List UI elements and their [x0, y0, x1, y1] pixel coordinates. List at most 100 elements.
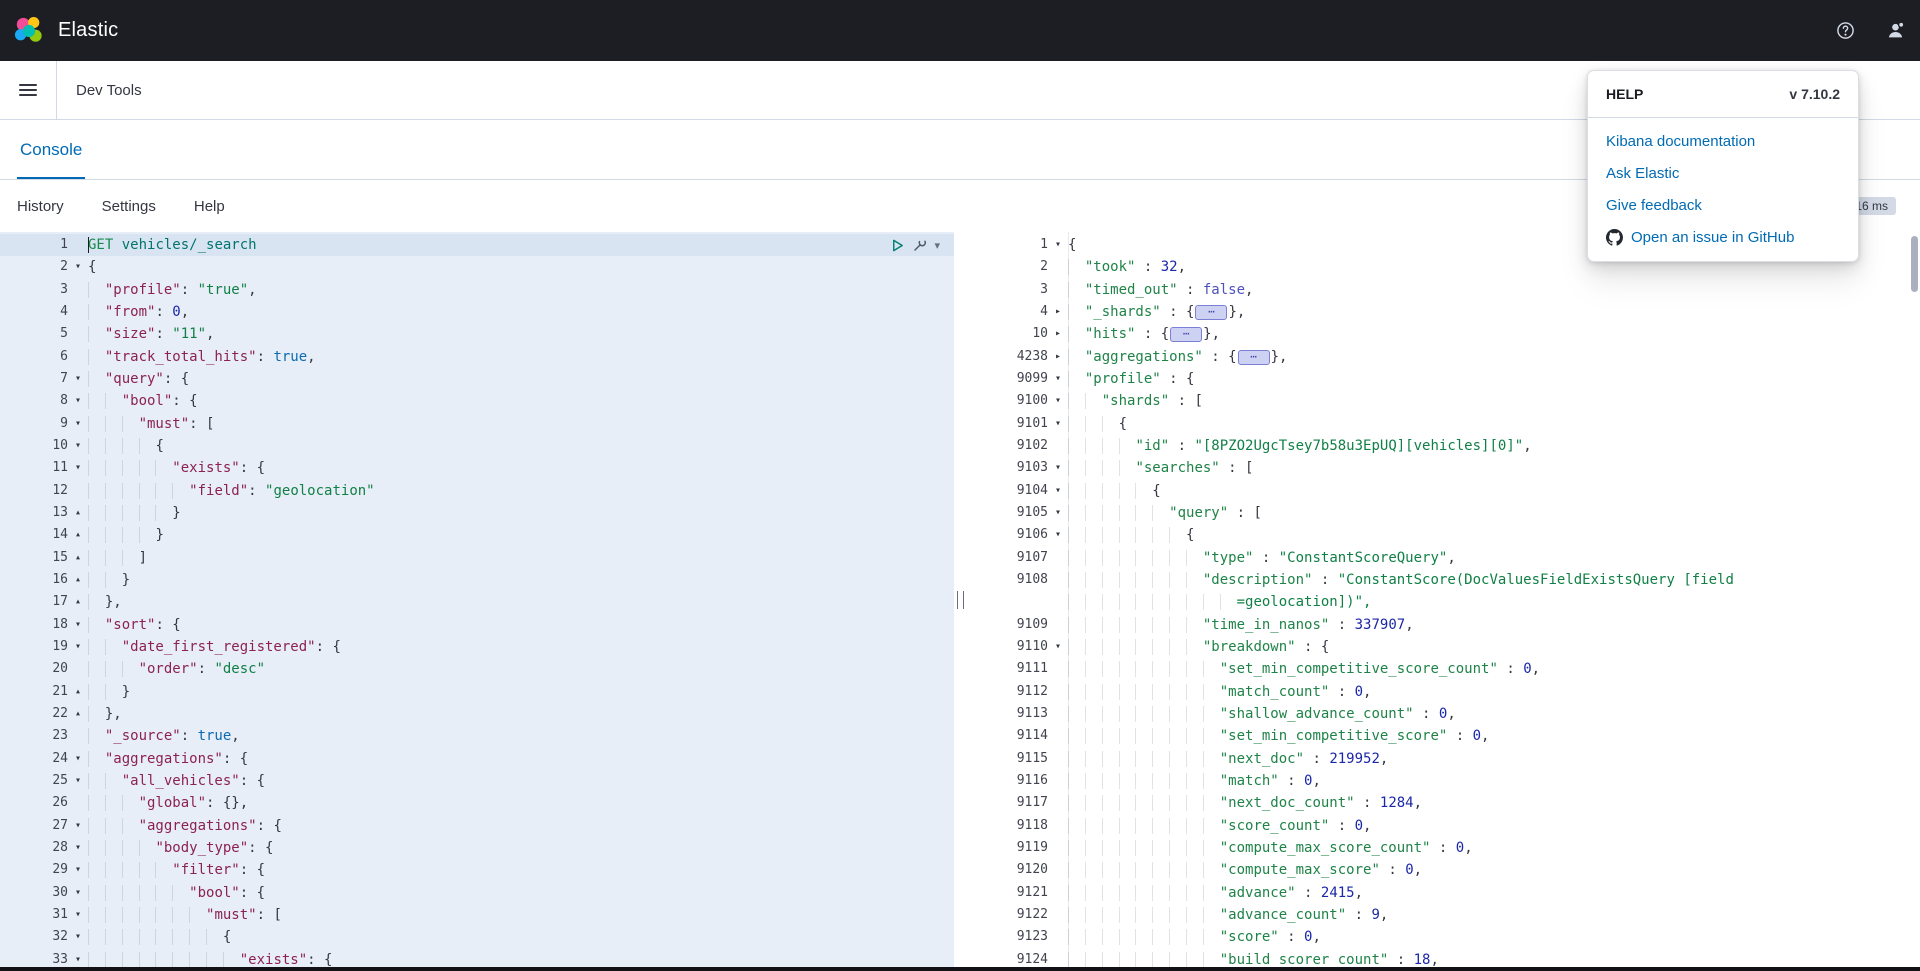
code-line[interactable]: 9106 ▾ { — [966, 524, 1920, 546]
code-line[interactable]: 12 "field": "geolocation" — [0, 480, 954, 502]
code-line[interactable]: 9122 "advance_count" : 9, — [966, 904, 1920, 926]
fold-widget[interactable]: ▾ — [68, 926, 88, 948]
send-request-button[interactable] — [890, 238, 905, 253]
breadcrumb[interactable]: Dev Tools — [76, 82, 142, 99]
code-line[interactable]: 29 ▾ "filter": { — [0, 859, 954, 881]
code-line[interactable]: 10 ▸ "hits" : {⋯}, — [966, 323, 1920, 345]
fold-widget[interactable]: ▾ — [1048, 413, 1068, 435]
fold-widget[interactable]: ▾ — [1048, 636, 1068, 658]
code-line[interactable]: 9124 "build_scorer_count" : 18, — [966, 949, 1920, 967]
code-line[interactable]: 9119 "compute_max_score_count" : 0, — [966, 837, 1920, 859]
code-line[interactable]: 4 ▸ "_shards" : {⋯}, — [966, 301, 1920, 323]
fold-widget[interactable]: ▾ — [1048, 480, 1068, 502]
code-line[interactable]: 9109 "time_in_nanos" : 337907, — [966, 614, 1920, 636]
code-line[interactable]: 9103 ▾ "searches" : [ — [966, 457, 1920, 479]
code-line[interactable]: 9107 "type" : "ConstantScoreQuery", — [966, 547, 1920, 569]
fold-widget[interactable]: ▾ — [68, 614, 88, 636]
fold-widget[interactable]: ▾ — [68, 904, 88, 926]
fold-widget[interactable]: ▾ — [68, 435, 88, 457]
code-line[interactable]: 23 "_source": true, — [0, 725, 954, 747]
elastic-logo-button[interactable] — [0, 0, 58, 61]
code-line[interactable]: 11 ▾ "exists": { — [0, 457, 954, 479]
code-line[interactable]: 9099 ▾ "profile" : { — [966, 368, 1920, 390]
code-line[interactable]: 25 ▾ "all_vehicles": { — [0, 770, 954, 792]
code-line[interactable]: 4238 ▸ "aggregations" : {⋯}, — [966, 346, 1920, 368]
code-line[interactable]: 9105 ▾ "query" : [ — [966, 502, 1920, 524]
code-line[interactable]: 20 "order": "desc" — [0, 658, 954, 680]
fold-widget[interactable]: ▴ — [68, 547, 88, 569]
code-line[interactable]: 7 ▾ "query": { — [0, 368, 954, 390]
menu-item-help[interactable]: Help — [194, 198, 225, 215]
code-line[interactable]: 9115 "next_doc" : 219952, — [966, 748, 1920, 770]
code-line[interactable]: 9111 "set_min_competitive_score_count" :… — [966, 658, 1920, 680]
code-line[interactable]: 9101 ▾ { — [966, 413, 1920, 435]
fold-widget[interactable]: ▾ — [1048, 390, 1068, 412]
fold-widget[interactable]: ▴ — [68, 681, 88, 703]
request-editor[interactable]: ▾ 1 GET vehicles/_search 2 ▾{3 "profile": "… — [0, 232, 954, 967]
code-line[interactable]: 9 ▾ "must": [ — [0, 413, 954, 435]
help-link-ask-elastic[interactable]: Ask Elastic — [1606, 165, 1840, 182]
fold-widget[interactable]: ▾ — [68, 770, 88, 792]
code-line[interactable]: 9117 "next_doc_count" : 1284, — [966, 792, 1920, 814]
fold-widget[interactable]: ▾ — [68, 748, 88, 770]
fold-widget[interactable]: ▴ — [68, 569, 88, 591]
code-line[interactable]: 4 "from": 0, — [0, 301, 954, 323]
code-line[interactable]: 9114 "set_min_competitive_score" : 0, — [966, 725, 1920, 747]
fold-widget[interactable]: ▾ — [68, 859, 88, 881]
code-line[interactable]: 5 "size": "11", — [0, 323, 954, 345]
code-line[interactable]: 9102 "id" : "[8PZO2UgcTsey7b58u3EpUQ][ve… — [966, 435, 1920, 457]
collapsed-block-badge[interactable]: ⋯ — [1195, 304, 1228, 320]
code-line[interactable]: =geolocation])", — [966, 591, 1920, 613]
fold-widget[interactable]: ▸ — [1048, 346, 1068, 368]
code-line[interactable]: 31 ▾ "must": [ — [0, 904, 954, 926]
code-line[interactable]: 6 "track_total_hits": true, — [0, 346, 954, 368]
tab-console[interactable]: Console — [17, 120, 86, 179]
code-line[interactable]: 27 ▾ "aggregations": { — [0, 815, 954, 837]
code-line[interactable]: 9100 ▾ "shards" : [ — [966, 390, 1920, 412]
code-line[interactable]: 21 ▴ } — [0, 681, 954, 703]
code-line[interactable]: 17 ▴ }, — [0, 591, 954, 613]
code-line[interactable]: 16 ▴ } — [0, 569, 954, 591]
fold-widget[interactable]: ▸ — [1048, 301, 1068, 323]
fold-widget[interactable]: ▾ — [68, 815, 88, 837]
wrench-button[interactable] — [912, 238, 927, 253]
collapsed-block-badge[interactable]: ⋯ — [1237, 349, 1270, 365]
fold-widget[interactable]: ▴ — [68, 502, 88, 524]
fold-widget[interactable]: ▾ — [68, 413, 88, 435]
code-line[interactable]: 9121 "advance" : 2415, — [966, 882, 1920, 904]
code-line[interactable]: 32 ▾ { — [0, 926, 954, 948]
user-menu-button[interactable] — [1870, 0, 1920, 61]
code-line[interactable]: 8 ▾ "bool": { — [0, 390, 954, 412]
fold-widget[interactable]: ▾ — [1048, 457, 1068, 479]
fold-widget[interactable]: ▾ — [1048, 524, 1068, 546]
code-line[interactable]: 3 "timed_out" : false, — [966, 279, 1920, 301]
code-line[interactable]: 15 ▴ ] — [0, 547, 954, 569]
fold-widget[interactable]: ▾ — [68, 837, 88, 859]
code-line[interactable]: 9118 "score_count" : 0, — [966, 815, 1920, 837]
code-line[interactable]: 13 ▴ } — [0, 502, 954, 524]
fold-widget[interactable]: ▾ — [68, 457, 88, 479]
fold-widget[interactable]: ▴ — [68, 703, 88, 725]
code-line[interactable]: 18 ▾ "sort": { — [0, 614, 954, 636]
code-line[interactable]: 9104 ▾ { — [966, 480, 1920, 502]
code-line[interactable]: 30 ▾ "bool": { — [0, 882, 954, 904]
code-line[interactable]: 3 "profile": "true", — [0, 279, 954, 301]
fold-widget[interactable]: ▾ — [1048, 234, 1068, 256]
code-line[interactable]: 9108 "description" : "ConstantScore(DocV… — [966, 569, 1920, 591]
help-link-kibana-documentation[interactable]: Kibana documentation — [1606, 133, 1840, 150]
fold-widget[interactable]: ▾ — [68, 368, 88, 390]
nav-menu-button[interactable] — [0, 61, 57, 119]
fold-widget[interactable]: ▾ — [68, 949, 88, 968]
fold-widget[interactable]: ▾ — [1048, 368, 1068, 390]
menu-item-settings[interactable]: Settings — [102, 198, 156, 215]
collapsed-block-badge[interactable]: ⋯ — [1170, 327, 1203, 343]
fold-widget[interactable]: ▴ — [68, 524, 88, 546]
help-menu-button[interactable] — [1820, 0, 1870, 61]
code-line[interactable]: 28 ▾ "body_type": { — [0, 837, 954, 859]
code-line[interactable]: 22 ▴ }, — [0, 703, 954, 725]
code-line[interactable]: 14 ▴ } — [0, 524, 954, 546]
menu-item-history[interactable]: History — [17, 198, 64, 215]
code-line[interactable]: 10 ▾ { — [0, 435, 954, 457]
code-line[interactable]: 24 ▾ "aggregations": { — [0, 748, 954, 770]
code-line[interactable]: 9116 "match" : 0, — [966, 770, 1920, 792]
